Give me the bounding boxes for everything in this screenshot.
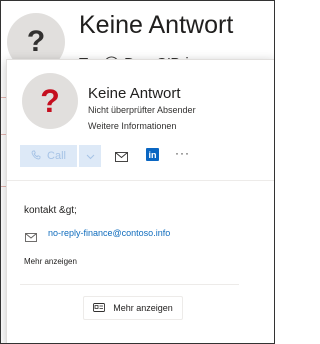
email-link[interactable]: no-reply-finance@contoso.info [48, 228, 170, 238]
contact-card-icon [93, 302, 106, 314]
call-button[interactable]: Call [20, 145, 77, 167]
show-more-button[interactable]: Mehr anzeigen [83, 296, 183, 320]
divider [7, 180, 274, 181]
email-sender-title: Keine Antwort [79, 11, 234, 39]
linkedin-icon[interactable]: in [146, 148, 159, 161]
call-label: Call [47, 150, 66, 162]
call-options-button[interactable] [79, 145, 101, 167]
more-icon[interactable]: ··· [175, 146, 190, 160]
show-more-link[interactable]: Mehr anzeigen [24, 257, 77, 266]
company-label: kontakt &gt; [24, 205, 77, 216]
window-frame: ? Keine Antwort To: ◯ Dan O'Brien ? Kein… [0, 0, 275, 344]
envelope-icon [25, 229, 37, 247]
contact-name: Keine Antwort [88, 85, 181, 102]
contact-card: ? Keine Antwort Nicht überprüfter Absend… [6, 59, 274, 343]
show-more-button-label: Mehr anzeigen [113, 303, 173, 313]
unverified-sender-label: Nicht überprüfter Absender [88, 105, 196, 115]
mail-icon[interactable] [115, 149, 128, 167]
contact-avatar: ? [22, 73, 78, 129]
phone-icon [31, 150, 41, 163]
more-info-link[interactable]: Weitere Informationen [88, 121, 176, 131]
chevron-down-icon [86, 147, 95, 165]
divider [20, 284, 239, 285]
